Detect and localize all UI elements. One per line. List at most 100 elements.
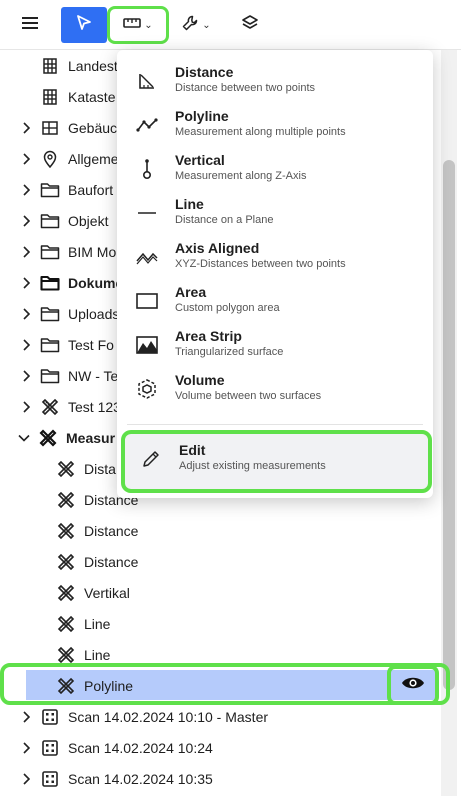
menu-item-axis-aligned[interactable]: Axis Aligned XYZ-Distances between two po…: [117, 236, 433, 280]
tree-row[interactable]: Scan 14.02.2024 10:24: [20, 732, 460, 763]
visibility-toggle-button[interactable]: [387, 665, 439, 705]
menu-item-title: Area: [175, 284, 207, 300]
menu-item-volume[interactable]: Volume Volume between two surfaces: [117, 368, 433, 412]
layers-button[interactable]: [230, 7, 270, 43]
tree-row-label: Dokume: [68, 274, 124, 291]
menu-item-vertical[interactable]: Vertical Measurement along Z-Axis: [117, 148, 433, 192]
menu-item-edit-content: Edit Adjust existing measurements: [121, 438, 437, 482]
menu-item-title: Polyline: [175, 108, 229, 124]
ruler-icon: [123, 16, 142, 34]
tree-row-label: Distance: [84, 553, 139, 570]
chevron-right-icon[interactable]: [20, 772, 32, 785]
chevron-right-icon[interactable]: [20, 741, 32, 754]
menu-item-title: Line: [175, 196, 204, 212]
chevron-right-icon[interactable]: [20, 338, 32, 351]
menu-item-edit[interactable]: Edit Adjust existing measurements: [121, 430, 432, 493]
menu-item-title: Edit: [179, 442, 206, 458]
polyline-icon: [136, 114, 158, 136]
axis-aligned-icon: [136, 246, 158, 268]
menu-item-line[interactable]: Line Distance on a Plane: [117, 192, 433, 236]
chevron-right-icon[interactable]: [20, 121, 32, 134]
tree-row-label: Gebäuc: [68, 119, 118, 136]
tree-row-label: Baufort: [68, 181, 114, 198]
tree-row[interactable]: Scan 14.02.2024 10:35: [20, 763, 460, 794]
tree-row-label: Uploads: [68, 305, 120, 322]
folder-icon: [40, 273, 60, 293]
chevron-right-icon[interactable]: [20, 307, 32, 320]
chevron-right-icon[interactable]: [20, 152, 32, 165]
folder-icon: [40, 242, 60, 262]
pencil-icon: [140, 448, 162, 470]
menu-item-subtitle: Custom polygon area: [175, 302, 280, 314]
scrollbar-thumb[interactable]: [443, 160, 455, 690]
tree-row-label: Polyline: [84, 677, 134, 694]
layers-icon: [241, 14, 259, 37]
tree-row-label: Test Fo: [68, 336, 114, 353]
menu-item-title: Distance: [175, 64, 234, 80]
chevron-right-icon[interactable]: [20, 400, 32, 413]
scan-icon: [40, 707, 60, 727]
chevron-right-icon[interactable]: [20, 214, 32, 227]
measure-tools-icon: [56, 490, 76, 510]
scan-icon: [40, 769, 60, 789]
measure-tools-icon: [56, 552, 76, 572]
cursor-arrow-icon: [75, 14, 93, 37]
chevron-down-icon: ⌄: [144, 19, 153, 31]
menu-item-subtitle: XYZ-Distances between two points: [175, 258, 346, 270]
menu-button[interactable]: [10, 7, 50, 43]
tree-row-label: Allgeme: [68, 150, 119, 167]
chevron-right-icon[interactable]: [20, 245, 32, 258]
folder-icon: [40, 180, 60, 200]
menu-item-subtitle: Triangularized surface: [175, 346, 284, 358]
chevron-right-icon[interactable]: [20, 369, 32, 382]
scan-icon: [40, 738, 60, 758]
menu-divider: [127, 424, 423, 425]
menu-item-title: Vertical: [175, 152, 225, 168]
tree-row-label: Line: [84, 615, 111, 632]
tree-row[interactable]: Vertikal: [56, 577, 461, 608]
measure-tool-button[interactable]: ⌄: [107, 6, 169, 44]
folder-icon: [40, 211, 60, 231]
area-strip-icon: [136, 334, 158, 356]
tree-row-label: Objekt: [68, 212, 109, 229]
measure-tools-icon: [56, 645, 76, 665]
tree-row[interactable]: Distance: [56, 515, 461, 546]
chevron-right-icon[interactable]: [20, 183, 32, 196]
folder-icon: [40, 304, 60, 324]
wrench-icon: [181, 14, 199, 37]
menu-item-polyline[interactable]: Polyline Measurement along multiple point…: [117, 104, 433, 148]
tools-button[interactable]: ⌄: [172, 7, 220, 43]
menu-item-title: Axis Aligned: [175, 240, 260, 256]
menu-item-area[interactable]: Area Custom polygon area: [117, 280, 433, 324]
tree-row-label: NW - Te: [68, 367, 119, 384]
menu-item-area-strip[interactable]: Area Strip Triangularized surface: [117, 324, 433, 368]
floorplan-icon: [40, 118, 60, 138]
select-tool-button[interactable]: [61, 7, 107, 43]
folder-icon: [40, 335, 60, 355]
menu-item-subtitle: Distance on a Plane: [175, 214, 274, 226]
tree-row[interactable]: Distance: [56, 546, 461, 577]
vertical-icon: [136, 158, 158, 180]
tree-row-label: Vertikal: [84, 584, 130, 601]
tree-row[interactable]: Scan 14.02.2024 10:10 - Master: [20, 701, 460, 732]
measure-tools-icon: [40, 397, 60, 417]
grid-building-icon: [40, 56, 60, 76]
measure-tools-icon: [56, 614, 76, 634]
eye-icon: [401, 675, 425, 696]
menu-item-subtitle: Measurement along multiple points: [175, 126, 346, 138]
chevron-right-icon[interactable]: [20, 276, 32, 289]
tree-row[interactable]: Line: [56, 608, 461, 639]
pin-icon: [40, 149, 60, 169]
tree-row-selected[interactable]: Polyline: [56, 670, 376, 701]
measure-tools-icon: [38, 428, 58, 448]
tree-row-label: Distance: [84, 522, 139, 539]
line-icon: [136, 202, 158, 224]
menu-item-distance[interactable]: Distance Distance between two points: [117, 60, 433, 104]
measure-tools-icon: [56, 459, 76, 479]
hamburger-icon: [22, 16, 38, 35]
tree-row-label: Scan 14.02.2024 10:24: [68, 739, 213, 756]
menu-item-subtitle: Volume between two surfaces: [175, 390, 322, 402]
menu-item-subtitle: Adjust existing measurements: [179, 460, 326, 472]
chevron-down-icon[interactable]: [18, 432, 30, 444]
chevron-right-icon[interactable]: [20, 710, 32, 723]
